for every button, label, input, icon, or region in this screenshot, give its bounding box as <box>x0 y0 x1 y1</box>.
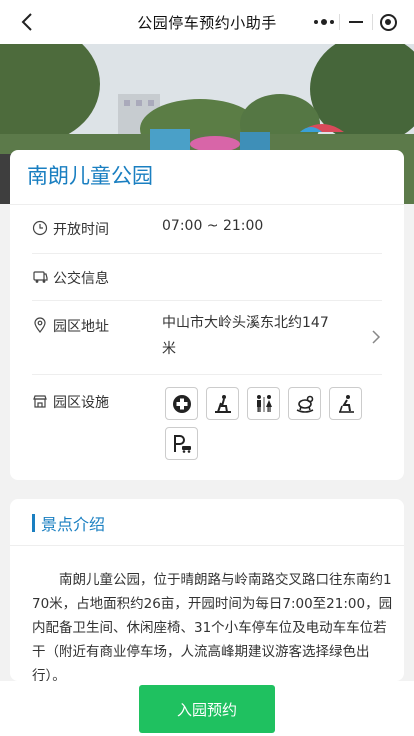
close-target-icon <box>379 13 397 31</box>
clock-icon <box>32 220 48 236</box>
divider <box>10 204 404 205</box>
transit-label: 公交信息 <box>53 271 109 287</box>
address-label: 园区地址 <box>53 319 109 335</box>
restroom-icon[interactable] <box>247 387 280 420</box>
minimize-icon <box>349 21 363 23</box>
park-name: 南朗儿童公园 <box>27 164 153 188</box>
chevron-right-icon <box>370 330 382 344</box>
attraction-intro-card: 景点介绍 南朗儿童公园，位于晴朗路与岭南路交叉路口往东南约170米，占地面积约2… <box>10 499 404 684</box>
heading-accent-bar <box>32 514 35 532</box>
mini-program-capsule <box>308 8 404 36</box>
minimize-button[interactable] <box>340 8 371 36</box>
intro-text: 南朗儿童公园，位于晴朗路与岭南路交叉路口往东南约170米，占地面积约26亩，开园… <box>32 572 393 684</box>
playground-icon[interactable] <box>288 387 321 420</box>
top-bar: 公园停车预约小助手 <box>0 0 414 44</box>
chevron-left-icon <box>21 13 32 31</box>
park-info-card: 南朗儿童公园 开放时间 07:00 ~ 21:00 公交信息 园区地址 中山市大… <box>10 150 404 480</box>
seating-icon[interactable] <box>329 387 362 420</box>
page-title: 公园停车预约小助手 <box>137 13 277 32</box>
address-line-2: 米 <box>162 341 176 357</box>
back-button[interactable] <box>16 10 40 34</box>
divider <box>32 300 382 301</box>
open-hours-value: 07:00 ~ 21:00 <box>162 218 264 234</box>
reserve-entry-button[interactable]: 入园预约 <box>139 685 275 733</box>
divider <box>10 545 404 546</box>
open-hours-label: 开放时间 <box>53 222 109 238</box>
divider <box>32 253 382 254</box>
close-button[interactable] <box>373 8 404 36</box>
location-pin-icon <box>32 317 48 333</box>
divider <box>32 374 382 375</box>
first-aid-icon[interactable] <box>165 387 198 420</box>
bottom-bar: 入园预约 <box>0 681 414 736</box>
open-hours-row: 开放时间 07:00 ~ 21:00 <box>10 218 404 251</box>
address-row[interactable]: 园区地址 中山市大岭头溪东北约147 米 <box>10 315 404 372</box>
transit-row[interactable]: 公交信息 <box>10 268 404 298</box>
intro-title: 景点介绍 <box>41 515 106 534</box>
bus-icon <box>32 269 48 285</box>
facilities-label: 园区设施 <box>53 395 109 411</box>
parking-icon[interactable] <box>165 427 198 460</box>
more-dots-icon <box>313 19 334 25</box>
intro-heading: 景点介绍 <box>32 511 105 535</box>
more-button[interactable] <box>308 8 339 36</box>
store-icon <box>32 393 48 409</box>
address-line-1: 中山市大岭头溪东北约147 <box>162 315 329 331</box>
fitness-icon[interactable] <box>206 387 239 420</box>
